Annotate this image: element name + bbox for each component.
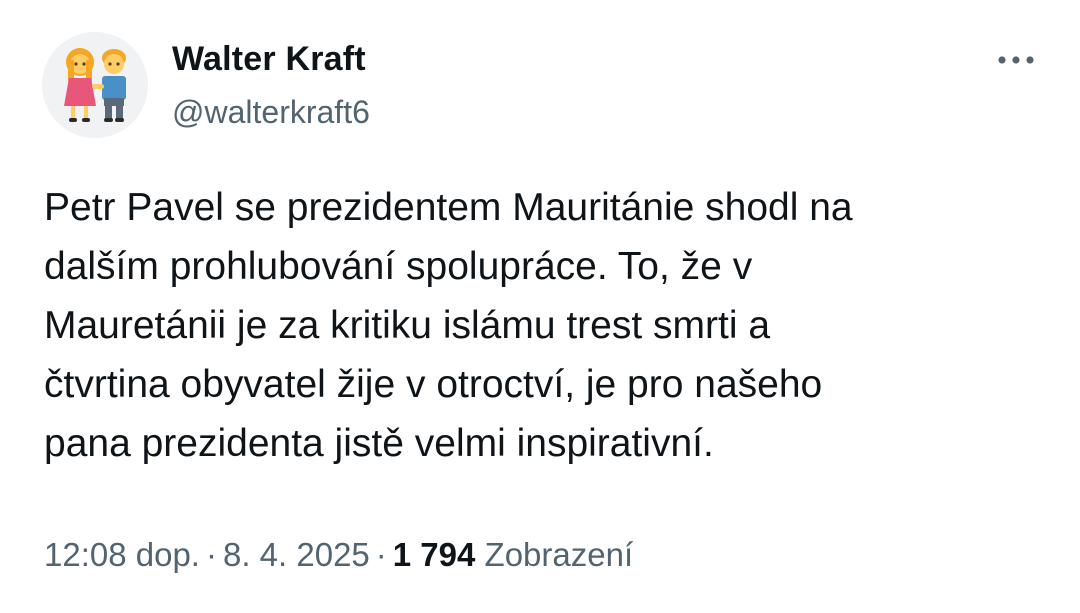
tweet-date[interactable]: 8. 4. 2025 bbox=[223, 536, 370, 573]
more-options-button[interactable] bbox=[992, 44, 1040, 76]
separator-dot: · bbox=[375, 536, 387, 573]
couple-holding-hands-icon bbox=[42, 32, 148, 138]
author-handle[interactable]: @walterkraft6 bbox=[172, 94, 370, 131]
views-count[interactable]: 1 794 bbox=[393, 536, 476, 573]
tweet-card: Walter Kraft @walterkraft6 Petr Pavel se… bbox=[0, 0, 1080, 613]
tweet-text-line: čtvrtina obyvatel žije v otroctví, je pr… bbox=[44, 363, 823, 406]
tweet-text-line: dalším prohlubování spolupráce. To, že v bbox=[44, 245, 753, 288]
tweet-time[interactable]: 12:08 dop. bbox=[44, 536, 200, 573]
author-name[interactable]: Walter Kraft bbox=[172, 40, 366, 79]
tweet-text-line: Petr Pavel se prezidentem Mauritánie sho… bbox=[44, 186, 853, 229]
tweet-text-line: pana prezidenta jistě velmi inspirativní… bbox=[44, 422, 714, 465]
avatar[interactable] bbox=[42, 32, 148, 138]
tweet-metadata: 12:08 dop. · 8. 4. 2025 · 1 794 Zobrazení bbox=[44, 536, 633, 574]
tweet-text: Petr Pavel se prezidentem Mauritánie sho… bbox=[44, 178, 1044, 473]
more-options-icon bbox=[998, 56, 1034, 64]
tweet-text-line: Mauretánii je za kritiku islámu trest sm… bbox=[44, 304, 771, 347]
separator-dot: · bbox=[205, 536, 217, 573]
views-label: Zobrazení bbox=[484, 536, 634, 573]
